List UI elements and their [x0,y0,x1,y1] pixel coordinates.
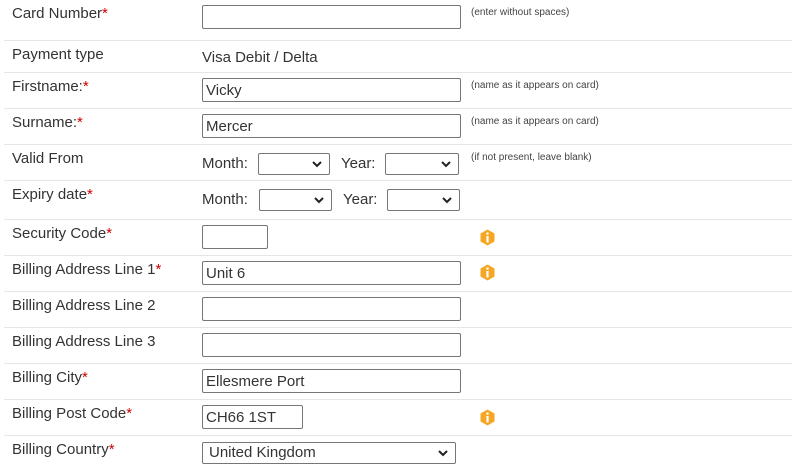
billing-address-1-input[interactable] [202,261,461,285]
chevron-down-icon [441,161,451,168]
billing-address-1-label: Billing Address Line 1* [12,261,162,278]
surname-hint: (name as it appears on card) [471,116,599,127]
row-billing-country: Billing Country* United Kingdom [4,435,792,466]
row-valid-from: Valid From Month: Year: (if not present,… [4,144,792,180]
chevron-down-icon [438,450,448,457]
billing-address-2-input[interactable] [202,297,461,321]
required-marker: * [87,186,93,203]
billing-city-label: Billing City* [12,369,88,386]
billing-address-3-label: Billing Address Line 3 [12,333,156,350]
valid-from-label: Valid From [12,150,84,167]
row-billing-city: Billing City* [4,363,792,399]
valid-from-month-select[interactable] [258,153,330,175]
chevron-down-icon [314,197,324,204]
required-marker: * [155,261,162,278]
firstname-hint: (name as it appears on card) [471,80,599,91]
row-surname: Surname:* (name as it appears on card) [4,108,792,144]
billing-address-2-label: Billing Address Line 2 [12,297,156,314]
required-marker: * [108,441,115,458]
firstname-label: Firstname:* [12,78,89,95]
expiry-month-select[interactable] [259,189,332,211]
billing-country-select[interactable]: United Kingdom [202,442,456,464]
info-icon[interactable] [479,264,496,281]
valid-from-month-label: Month: [202,155,248,172]
row-billing-address-3: Billing Address Line 3 [4,327,792,363]
billing-country-value: United Kingdom [209,444,316,461]
expiry-year-label: Year: [343,191,378,208]
billing-post-code-label: Billing Post Code* [12,405,133,422]
row-billing-address-1: Billing Address Line 1* [4,255,792,291]
valid-from-year-label: Year: [341,155,376,172]
payment-type-label: Payment type [12,46,104,63]
row-expiry-date: Expiry date* Month: Year: [4,180,792,216]
billing-address-3-input[interactable] [202,333,461,357]
required-marker: * [102,5,108,22]
row-payment-type: Payment type Visa Debit / Delta [4,40,792,76]
billing-country-label: Billing Country* [12,441,115,458]
required-marker: * [82,369,88,386]
expiry-year-select[interactable] [387,189,460,211]
row-billing-address-2: Billing Address Line 2 [4,291,792,327]
chevron-down-icon [312,161,322,168]
row-billing-post-code: Billing Post Code* [4,399,792,435]
row-card-number: Card Number* (enter without spaces) [4,0,792,36]
card-number-hint: (enter without spaces) [471,7,570,18]
surname-label: Surname:* [12,114,83,131]
valid-from-year-select[interactable] [385,153,459,175]
billing-city-input[interactable] [202,369,461,393]
expiry-month-label: Month: [202,191,248,208]
info-icon[interactable] [479,409,496,426]
required-marker: * [106,225,113,242]
surname-input[interactable] [202,114,461,138]
card-number-input[interactable] [202,5,461,29]
required-marker: * [126,405,133,422]
required-marker: * [82,78,89,95]
firstname-input[interactable] [202,78,461,102]
info-icon[interactable] [479,229,496,246]
expiry-date-label: Expiry date* [12,186,93,203]
payment-form: Card Number* (enter without spaces) Paym… [0,0,792,466]
chevron-down-icon [442,197,452,204]
security-code-label: Security Code* [12,225,113,242]
required-marker: * [77,114,83,131]
billing-post-code-input[interactable] [202,405,303,429]
row-security-code: Security Code* [4,219,792,255]
payment-type-value: Visa Debit / Delta [202,49,318,66]
card-number-label: Card Number* [12,5,108,22]
valid-from-hint: (if not present, leave blank) [471,152,592,163]
row-firstname: Firstname:* (name as it appears on card) [4,72,792,108]
security-code-input[interactable] [202,225,268,249]
